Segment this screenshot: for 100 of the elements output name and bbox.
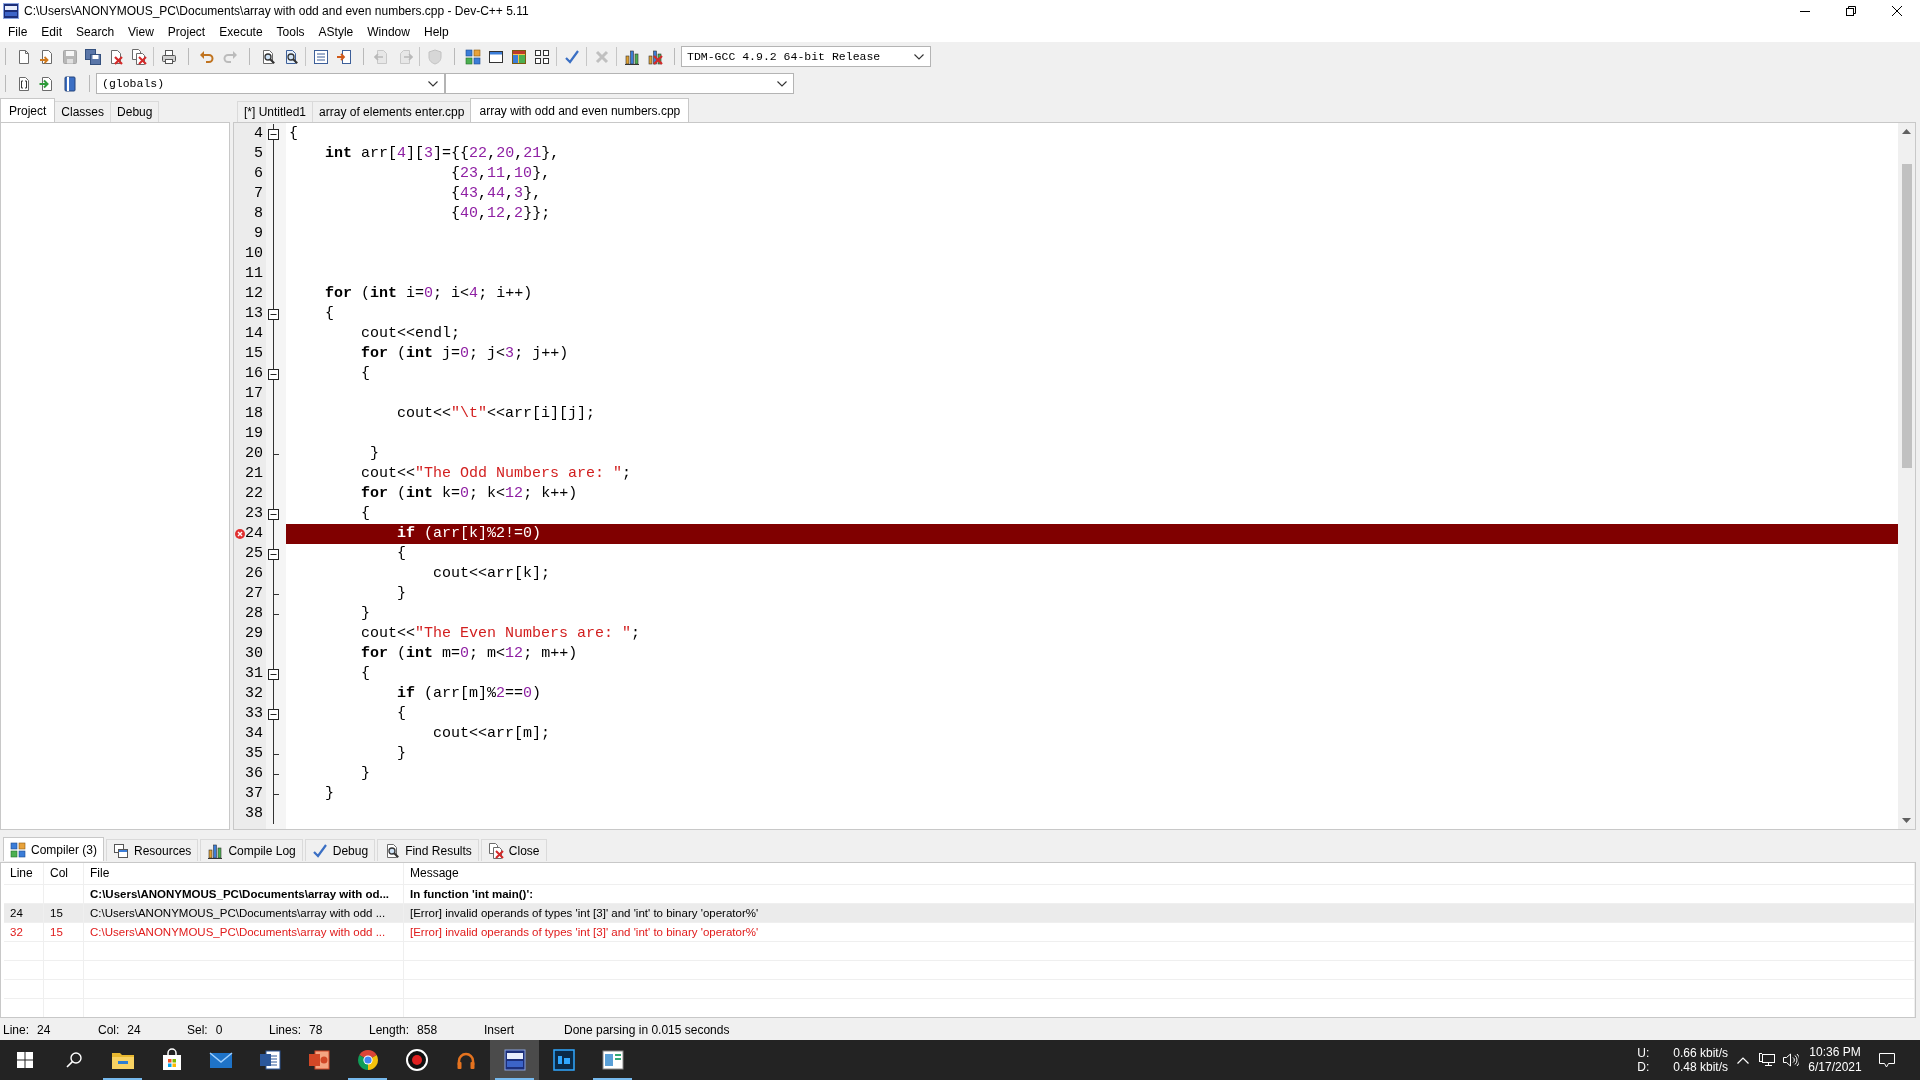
- column-header[interactable]: Message: [404, 863, 1915, 884]
- arrow-page-icon[interactable]: [38, 75, 55, 92]
- network-label: U:: [1637, 1046, 1650, 1060]
- stacked-disks-icon[interactable]: [84, 48, 101, 65]
- line-number: 14: [245, 325, 263, 343]
- line-number: 4: [254, 125, 263, 143]
- compiler-select[interactable]: TDM-GCC 4.9.2 64-bit Release: [681, 46, 931, 67]
- column-header[interactable]: Line: [4, 863, 44, 884]
- file-tab[interactable]: array of elements enter.cpp: [312, 101, 472, 122]
- line-number: 35: [245, 745, 263, 763]
- square-tile-icon: [551, 1048, 576, 1072]
- column-header[interactable]: File: [84, 863, 404, 884]
- collapse-icon[interactable]: [268, 308, 279, 320]
- taskbar-button[interactable]: [490, 1040, 539, 1080]
- panel-tab[interactable]: Resources: [106, 839, 199, 861]
- close-icon[interactable]: [1892, 6, 1902, 16]
- line-number: 11: [245, 265, 263, 283]
- column-header[interactable]: Col: [44, 863, 84, 884]
- panel-tab[interactable]: Debug: [304, 839, 376, 861]
- arrow-panel-icon[interactable]: [335, 48, 352, 65]
- window-icon[interactable]: [487, 48, 504, 65]
- menu-item[interactable]: Tools: [269, 22, 312, 42]
- menu-item[interactable]: AStyle: [311, 22, 361, 42]
- up-arrow-icon[interactable]: [1902, 129, 1911, 134]
- code-line: {23,11,10},: [451, 165, 551, 183]
- collapse-icon[interactable]: [268, 508, 279, 520]
- code-line: {: [397, 545, 407, 563]
- message-row[interactable]: 24 15 C:\Users\ANONYMOUS_PC\Documents\array with odd ... [Error] invalid operands of types 'int [3]' and 'int' to binary 'operator%': [4, 904, 1915, 923]
- bar-chart-icon[interactable]: [623, 48, 640, 65]
- menu-item[interactable]: Window: [360, 22, 417, 42]
- bar-chart-icon: [207, 842, 224, 859]
- speech-bubble-icon[interactable]: [1879, 1052, 1895, 1068]
- message-text: [Error] invalid operands of types 'int [3]' and 'int' to binary 'operator%': [404, 904, 1915, 922]
- vertical-scrollbar[interactable]: [1898, 123, 1915, 829]
- menu-item[interactable]: View: [121, 22, 161, 42]
- four-squares-icon[interactable]: [464, 48, 481, 65]
- panel-tab[interactable]: Close: [480, 839, 547, 861]
- panel-tab[interactable]: Compiler (3): [3, 837, 104, 861]
- menu-item[interactable]: Help: [416, 22, 456, 42]
- printer-icon[interactable]: [160, 48, 177, 65]
- code-line: cout<<arr[k];: [433, 565, 551, 583]
- line-number: 27: [245, 585, 263, 603]
- monitor-network-icon[interactable]: [1759, 1053, 1775, 1067]
- book-icon[interactable]: [61, 75, 78, 92]
- menu-item[interactable]: Edit: [34, 22, 70, 42]
- outline-squares-icon[interactable]: [533, 48, 550, 65]
- edit-mode: Insert: [484, 1023, 514, 1037]
- line-number: 32: [245, 685, 263, 703]
- collapse-icon[interactable]: [268, 368, 279, 380]
- scope-select[interactable]: (globals): [96, 73, 445, 94]
- caret-icon: [914, 53, 924, 60]
- menu-item[interactable]: Search: [69, 22, 122, 42]
- collapse-icon[interactable]: [268, 548, 279, 560]
- collapse-icon[interactable]: [268, 668, 279, 680]
- line-number: 30: [245, 645, 263, 663]
- file-path: C:\Users\ANONYMOUS_PC\Documents\array with od...: [84, 885, 404, 903]
- menu-item[interactable]: File: [1, 22, 35, 42]
- chevron-up-icon[interactable]: [1737, 1056, 1749, 1064]
- file-tab[interactable]: array with odd and even numbers.cpp: [470, 98, 690, 122]
- panel-tab[interactable]: Debug: [110, 101, 160, 122]
- scrollbar-thumb[interactable]: [1901, 164, 1912, 468]
- menu-item[interactable]: Project: [160, 22, 213, 42]
- file-tab[interactable]: [*] Untitled1: [237, 101, 314, 122]
- bar-chart-x-icon[interactable]: [646, 48, 663, 65]
- collapse-icon[interactable]: [268, 128, 279, 140]
- line-number: 16: [245, 365, 263, 383]
- document-tile-icon: [257, 1048, 282, 1072]
- clock-time[interactable]: 10:36 PM: [1809, 1045, 1861, 1060]
- status-value: 0: [215, 1023, 223, 1037]
- status-label: Sel:: [187, 1023, 208, 1037]
- message-row[interactable]: C:\Users\ANONYMOUS_PC\Documents\array with od... In function 'int main()':: [4, 885, 1915, 904]
- status-value: 24: [37, 1023, 51, 1037]
- pages-x-icon[interactable]: [130, 48, 147, 65]
- panel-tab[interactable]: Project: [0, 98, 56, 122]
- status-value: 24: [127, 1023, 141, 1037]
- line-number: 28: [245, 605, 263, 623]
- panel-tab[interactable]: Find Results: [377, 839, 479, 861]
- tiles-icon[interactable]: [510, 48, 527, 65]
- down-arrow-icon[interactable]: [1902, 818, 1911, 823]
- page-arrow-icon[interactable]: [38, 48, 55, 65]
- speaker-icon[interactable]: [1783, 1053, 1799, 1067]
- status-label: Length:: [369, 1023, 410, 1037]
- status-message: Done parsing in 0.015 seconds: [564, 1023, 730, 1037]
- code-line: cout<<"The Odd Numbers are: ";: [361, 465, 632, 483]
- message-row[interactable]: 32 15 C:\Users\ANONYMOUS_PC\Documents\array with odd ... [Error] invalid operands of types 'int [3]' and 'int' to binary 'operator%': [4, 923, 1915, 942]
- caret-icon: [428, 80, 438, 87]
- line-number: 22: [245, 485, 263, 503]
- lined-panel-icon[interactable]: [312, 48, 329, 65]
- code-line: cout<<endl;: [361, 325, 461, 343]
- menu-item[interactable]: Execute: [212, 22, 270, 42]
- checkmark-icon[interactable]: [563, 48, 580, 65]
- code-line: cout<<arr[m];: [433, 725, 551, 743]
- panel-tab[interactable]: Compile Log: [200, 839, 303, 861]
- code-line: for (int k=0; k<12; k++): [361, 485, 578, 503]
- restore-icon[interactable]: [1846, 6, 1856, 16]
- collapse-icon[interactable]: [268, 708, 279, 720]
- clock-date[interactable]: 6/17/2021: [1808, 1060, 1862, 1075]
- code-line: cout<<"\t"<<arr[i][j];: [397, 405, 596, 423]
- slides-tile-icon: [306, 1048, 331, 1072]
- code-line: }: [397, 745, 407, 763]
